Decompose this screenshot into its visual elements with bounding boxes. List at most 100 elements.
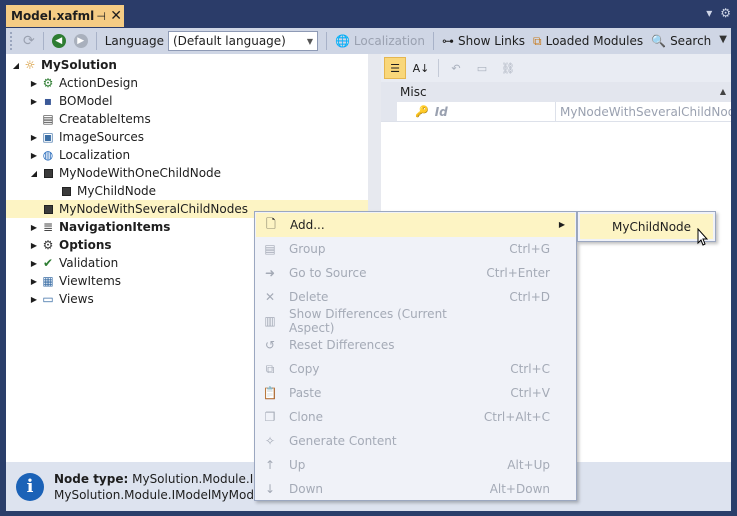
tree-item[interactable]: ◢ MyNodeWithOneChildNode [6,164,368,182]
tree-item-label: ActionDesign [59,76,139,90]
node-info-text: Node type: MySolution.Module.IMod MySolu… [54,471,279,503]
context-menu-item-copy[interactable]: ⧉ Copy Ctrl+C [255,357,576,381]
document-tabstrip: Model.xafml ⊣ ✕ ▾ ⚙ [0,0,737,28]
context-menu-item-show-differences-current-aspect[interactable]: ▥ Show Differences (Current Aspect) [255,307,576,335]
document-tab-model[interactable]: Model.xafml ⊣ ✕ [6,5,124,27]
expand-arrow-icon[interactable]: ▶ [28,97,40,106]
node-icon [40,201,56,217]
tree-item[interactable]: ▤ CreatableItems [6,110,368,128]
context-menu-item-clone[interactable]: ❐ Clone Ctrl+Alt+C [255,405,576,429]
context-menu-item-group[interactable]: ▤ Group Ctrl+G [255,237,576,261]
checkmark-icon: ✔ [42,256,54,270]
expand-arrow-icon[interactable]: ▶ [28,277,40,286]
mouse-pointer-icon [697,228,709,246]
context-menu-item-label: Up [289,458,306,472]
tree-item[interactable]: ▶ ◍ Localization [6,146,368,164]
tree-item-label: NavigationItems [59,220,171,234]
tree-item-label: MyNodeWithOneChildNode [59,166,222,180]
chevron-down-icon: ▼ [306,36,314,46]
expand-arrow-icon[interactable]: ▶ [28,259,40,268]
context-menu-item-paste[interactable]: 📋 Paste Ctrl+V [255,381,576,405]
expand-arrow-icon[interactable]: ▶ [28,151,40,160]
show-links-button[interactable]: ⊶ Show Links [438,30,529,52]
expand-arrow-icon[interactable]: ▶ [28,79,40,88]
context-menu-item-up[interactable]: ↑ Up Alt+Up [255,453,576,477]
context-menu-shortcut: Ctrl+C [510,362,550,376]
tree-item[interactable]: ◢ ☼ MySolution [6,56,368,74]
context-menu-item-label: Copy [289,362,320,376]
localization-label: Localization [353,34,425,48]
node-icon [58,183,74,199]
solution-gear-icon: ☼ [24,58,36,72]
expand-arrow-icon[interactable]: ▶ [28,133,40,142]
property-row[interactable]: 🔑 Id MyNodeWithSeveralChildNod... [381,102,731,122]
collapse-arrow-icon[interactable]: ◢ [10,61,22,70]
language-combobox[interactable]: (Default language) ▼ [167,31,318,51]
reset-value-icon[interactable]: ↶ [445,57,467,79]
toolbar-separator [95,32,97,50]
clone-icon: ❐ [264,410,276,424]
tree-item-label: Views [59,292,94,306]
views-icon: ▭ [42,292,54,306]
tree-item-label: ViewItems [59,274,122,288]
refresh-button[interactable]: ⟳ [19,30,39,52]
view-items-icon: ▦ [42,274,54,288]
expand-arrow-icon[interactable]: ▶ [28,295,40,304]
tree-item-label: ImageSources [59,130,145,144]
context-menu-item-down[interactable]: ↓ Down Alt+Down [255,477,576,501]
context-menu-item-label: Paste [289,386,322,400]
differences-icon: ▥ [264,314,276,328]
context-menu-item-generate-content[interactable]: ✧ Generate Content [255,429,576,453]
node-icon [40,165,56,181]
tree-item[interactable]: ▶ ▣ ImageSources [6,128,368,146]
refresh-icon: ⟳ [23,33,35,49]
context-menu-item-label: Reset Differences [289,338,395,352]
tabstrip-controls: ▾ ⚙ [706,6,731,20]
node-type-line2: MySolution.Module.IModelMyModelE [54,487,273,502]
localization-button[interactable]: 🌐 Localization [331,30,429,52]
model-editor-toolbar: ⟳ ◀ ▶ Language (Default language) ▼ 🌐 Lo… [6,28,731,54]
property-name-label: Id [434,104,448,119]
tree-item[interactable]: ▶ ⚙ ActionDesign [6,74,368,92]
arrow-up-icon: ↑ [264,458,276,472]
search-button[interactable]: 🔍 Search [647,30,715,52]
tree-item-label: BOModel [59,94,113,108]
tree-item[interactable]: MyChildNode [6,182,368,200]
loaded-modules-button[interactable]: ⧉ Loaded Modules [529,30,647,52]
link-icon[interactable]: ⛓ [497,57,519,79]
forward-button[interactable]: ▶ [70,30,92,52]
arrow-right-icon: ➜ [264,266,276,280]
collapse-arrow-icon[interactable]: ◢ [28,169,40,178]
tree-item-label: MyChildNode [77,184,157,198]
toolbar-overflow-icon[interactable]: ▼ [719,34,727,45]
context-menu-item-label: Delete [289,290,329,304]
action-design-icon: ⚙ [42,76,54,90]
submenu-item-mychildnode[interactable]: MyChildNode [580,214,713,239]
context-menu-item-reset-differences[interactable]: ↺ Reset Differences [255,333,576,357]
paste-icon: 📋 [262,386,278,400]
toolbar-separator [438,59,439,77]
link-icon: ⊶ [442,34,454,48]
tab-dropdown-icon[interactable]: ▾ [706,6,712,20]
categorized-view-icon[interactable]: ☰ [384,57,406,79]
property-category-row[interactable]: Misc ▲ [381,82,731,102]
expand-arrow-icon[interactable]: ▶ [28,223,40,232]
tree-item[interactable]: ▶ ▪ BOModel [6,92,368,110]
toolbar-separator [325,32,327,50]
collapse-category-icon[interactable]: ▲ [720,87,726,96]
language-value: (Default language) [172,34,286,48]
alphabetical-sort-icon[interactable]: A↓ [410,57,432,79]
expand-arrow-icon[interactable]: ▶ [28,241,40,250]
context-menu-item-go-to-source[interactable]: ➜ Go to Source Ctrl+Enter [255,261,576,285]
show-links-label: Show Links [458,34,526,48]
back-button[interactable]: ◀ [48,30,70,52]
delete-x-icon: ✕ [264,290,276,304]
toolbar-grip[interactable] [10,32,14,50]
context-menu-item-delete[interactable]: ✕ Delete Ctrl+D [255,285,576,309]
reset-icon: ↺ [264,338,276,352]
settings-gear-icon[interactable]: ⚙ [720,6,731,20]
context-menu-item-add[interactable]: 🗋 Add... ▶ [256,213,575,237]
pin-icon[interactable]: ⊣ [94,10,108,23]
close-tab-icon[interactable]: ✕ [108,8,124,24]
window-icon[interactable]: ▭ [471,57,493,79]
